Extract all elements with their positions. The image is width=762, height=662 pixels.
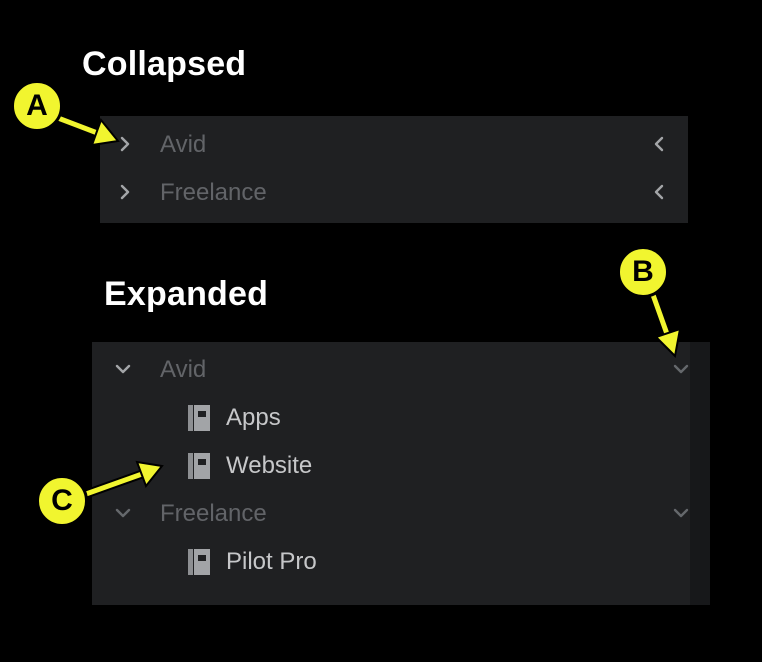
callout-badge-c: C	[36, 475, 88, 527]
callout-arrow-a	[53, 113, 120, 147]
callout-arrow-b	[647, 287, 682, 359]
callout-badge-b: B	[617, 246, 669, 298]
callout-arrows	[53, 113, 682, 499]
callout-arrow-c	[81, 460, 164, 499]
callout-badge-a: A	[11, 80, 63, 132]
